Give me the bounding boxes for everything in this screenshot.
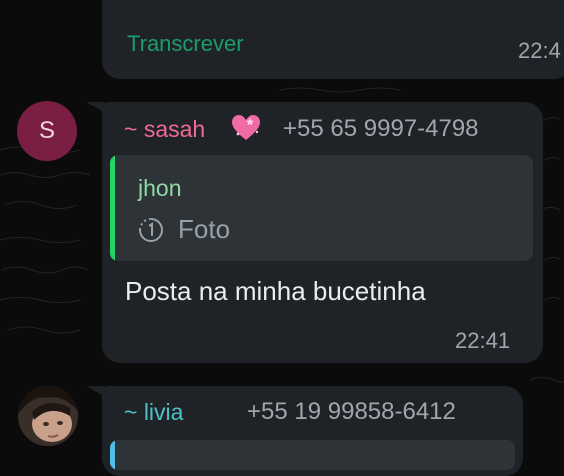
avatar-letter: S <box>38 117 55 144</box>
message-time: 22:41 <box>455 328 511 353</box>
avatar[interactable] <box>18 386 78 446</box>
sender-phone: +55 65 9997-4798 <box>283 115 479 142</box>
message-time: 22:4 <box>518 38 561 63</box>
avatar-photo <box>18 386 78 446</box>
quoted-text: Foto <box>178 214 231 244</box>
sender-name[interactable]: ~ livia <box>124 399 183 426</box>
quoted-message[interactable] <box>110 440 515 470</box>
sparkling-heart-icon <box>232 115 260 140</box>
quote-accent-bar <box>110 155 115 261</box>
sender-phone: +55 19 99858-6412 <box>247 398 456 425</box>
view-once-icon <box>139 218 163 242</box>
quote-accent-bar <box>110 440 115 470</box>
message-text: Posta na minha bucetinha <box>125 276 426 306</box>
quoted-author: jhon <box>138 175 182 201</box>
avatar[interactable]: S <box>17 101 77 161</box>
sender-name[interactable]: ~ sasah <box>124 116 205 143</box>
transcribe-button[interactable]: Transcrever <box>127 31 244 57</box>
quoted-message[interactable]: jhon Foto <box>110 155 533 261</box>
